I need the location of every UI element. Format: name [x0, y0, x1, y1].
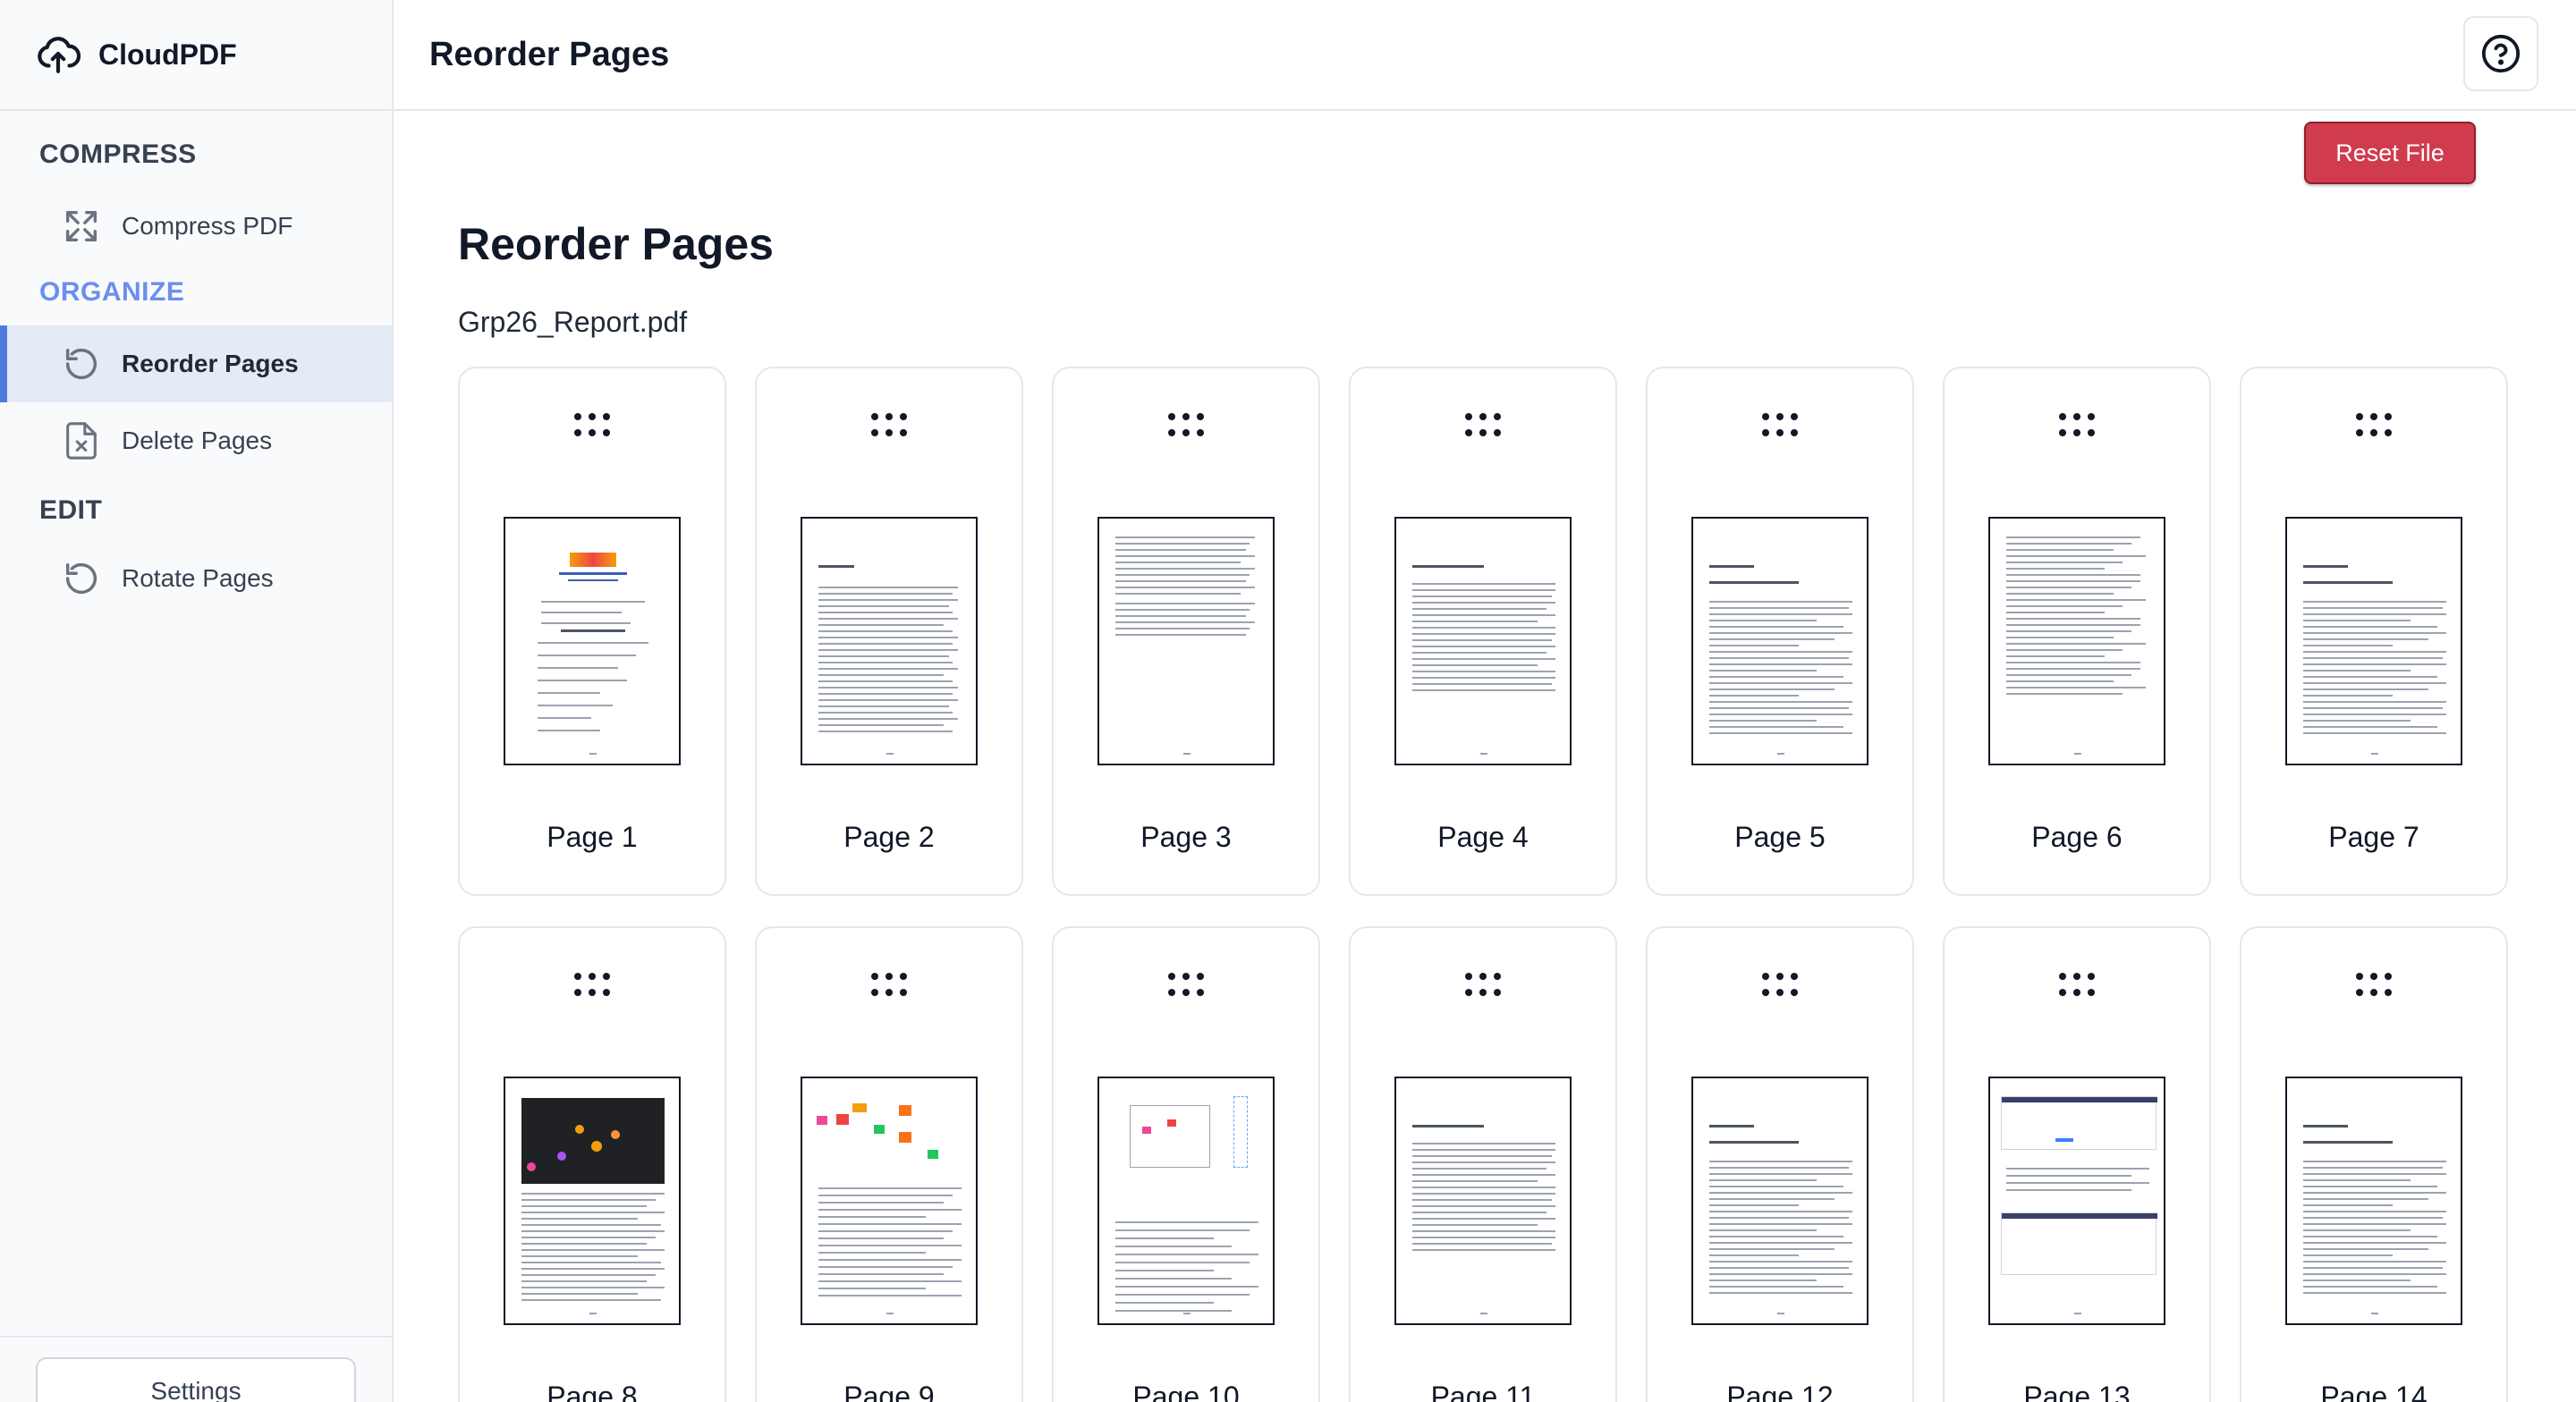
- help-icon: [2481, 34, 2521, 73]
- page-thumbnail: [1394, 1077, 1572, 1325]
- sidebar-divider: [0, 1336, 392, 1338]
- drag-handle-icon[interactable]: [2356, 413, 2392, 436]
- page-card[interactable]: Page 10: [1052, 926, 1320, 1402]
- page-thumbnail: [1097, 1077, 1275, 1325]
- page-card[interactable]: Page 14: [2240, 926, 2508, 1402]
- file-name: Grp26_Report.pdf: [458, 306, 688, 338]
- sidebar: CloudPDF COMPRESS Compress PDF ORGANIZE …: [0, 0, 394, 1402]
- sidebar-item-label: Compress PDF: [122, 212, 293, 240]
- drag-handle-icon[interactable]: [1465, 973, 1501, 996]
- page-label: Page 4: [1437, 821, 1529, 853]
- main-heading: Reorder Pages: [458, 219, 774, 269]
- page-label: Page 9: [843, 1381, 935, 1402]
- compress-icon: [65, 210, 97, 242]
- page-card[interactable]: Page 9: [755, 926, 1023, 1402]
- page-thumbnail: [1691, 517, 1868, 765]
- section-title-compress: COMPRESS: [39, 139, 197, 169]
- page-thumbnail: [1988, 1077, 2165, 1325]
- reset-file-button[interactable]: Reset File: [2304, 122, 2476, 184]
- brand[interactable]: CloudPDF: [0, 0, 392, 111]
- page-card[interactable]: Page 13: [1943, 926, 2211, 1402]
- page-card[interactable]: Page 8: [458, 926, 726, 1402]
- page-grid: Page 1 Page 2 Page 3 Page 4 Page 5 Page …: [458, 367, 2508, 1402]
- page-card[interactable]: Page 1: [458, 367, 726, 896]
- page-label: Page 5: [1734, 821, 1826, 853]
- drag-handle-icon[interactable]: [2059, 413, 2095, 436]
- page-label: Page 3: [1140, 821, 1232, 853]
- sidebar-item-compress-pdf[interactable]: Compress PDF: [0, 188, 392, 265]
- help-button[interactable]: [2463, 16, 2538, 91]
- section-title-organize: ORGANIZE: [39, 277, 185, 307]
- sidebar-item-reorder-pages[interactable]: Reorder Pages: [0, 325, 392, 402]
- page-card[interactable]: Page 4: [1349, 367, 1617, 896]
- page-thumbnail: [1394, 517, 1572, 765]
- page-thumbnail: [801, 517, 978, 765]
- drag-handle-icon[interactable]: [1168, 413, 1204, 436]
- page-card[interactable]: Page 3: [1052, 367, 1320, 896]
- page-card[interactable]: Page 11: [1349, 926, 1617, 1402]
- drag-handle-icon[interactable]: [1168, 973, 1204, 996]
- drag-handle-icon[interactable]: [574, 413, 610, 436]
- page-thumbnail: [504, 517, 681, 765]
- drag-handle-icon[interactable]: [1762, 413, 1798, 436]
- cloud-upload-icon: [38, 37, 80, 73]
- page-card[interactable]: Page 6: [1943, 367, 2211, 896]
- page-label: Page 12: [1726, 1381, 1834, 1402]
- sidebar-item-label: Rotate Pages: [122, 564, 274, 592]
- top-bar: Reorder Pages: [394, 0, 2576, 111]
- page-card[interactable]: Page 7: [2240, 367, 2508, 896]
- page-label: Page 1: [547, 821, 638, 853]
- page-thumbnail: [1097, 517, 1275, 765]
- drag-handle-icon[interactable]: [871, 973, 907, 996]
- drag-handle-icon[interactable]: [2356, 973, 2392, 996]
- page-card[interactable]: Page 2: [755, 367, 1023, 896]
- page-thumbnail: [2285, 1077, 2462, 1325]
- page-thumbnail: [504, 1077, 681, 1325]
- page-thumbnail: [1691, 1077, 1868, 1325]
- sidebar-item-label: Reorder Pages: [122, 350, 299, 377]
- rotate-icon: [65, 562, 97, 595]
- drag-handle-icon[interactable]: [574, 973, 610, 996]
- sidebar-item-delete-pages[interactable]: Delete Pages: [0, 402, 392, 479]
- page-label: Page 8: [547, 1381, 638, 1402]
- settings-button[interactable]: Settings: [36, 1357, 356, 1402]
- page-label: Page 14: [2320, 1381, 2428, 1402]
- drag-handle-icon[interactable]: [1762, 973, 1798, 996]
- drag-handle-icon[interactable]: [871, 413, 907, 436]
- page-thumbnail: [1988, 517, 2165, 765]
- delete-file-icon: [66, 422, 97, 460]
- page-card[interactable]: Page 5: [1646, 367, 1914, 896]
- page-label: Page 6: [2031, 821, 2123, 853]
- section-title-edit: EDIT: [39, 495, 103, 525]
- sidebar-item-label: Delete Pages: [122, 427, 273, 454]
- drag-handle-icon[interactable]: [1465, 413, 1501, 436]
- brand-name: CloudPDF: [98, 38, 237, 71]
- page-label: Page 10: [1132, 1381, 1240, 1402]
- page-thumbnail: [801, 1077, 978, 1325]
- sidebar-item-rotate-pages[interactable]: Rotate Pages: [0, 540, 392, 617]
- page-label: Page 2: [843, 821, 935, 853]
- page-thumbnail: [2285, 517, 2462, 765]
- page-label: Page 11: [1430, 1381, 1536, 1402]
- drag-handle-icon[interactable]: [2059, 973, 2095, 996]
- page-title: Reorder Pages: [429, 35, 670, 73]
- page-card[interactable]: Page 12: [1646, 926, 1914, 1402]
- page-label: Page 13: [2023, 1381, 2131, 1402]
- page-label: Page 7: [2328, 821, 2419, 853]
- reorder-icon: [65, 348, 97, 380]
